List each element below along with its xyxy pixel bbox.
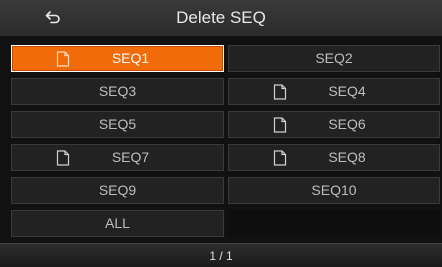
empty-slot [228,210,440,237]
seq-item-label: SEQ2 [315,50,353,66]
seq-item-label: SEQ5 [98,116,137,132]
seq-item-label: ALL [105,215,130,231]
seq-item-label: SEQ9 [98,182,137,198]
seq-item-label: SEQ8 [328,149,366,165]
seq-grid: SEQ1 SEQ2 SEQ3 SEQ4 SEQ5 SEQ6 SEQ7 SEQ8 … [0,37,442,243]
footer-bar: 1 / 1 [0,243,442,267]
page-indicator: 1 / 1 [209,249,233,263]
seq-item-label: SEQ4 [328,83,366,99]
header-bar: Delete SEQ [0,0,442,37]
back-arrow-icon [45,11,60,24]
seq-item-5[interactable]: SEQ5 [11,111,224,138]
seq-item-4[interactable]: SEQ4 [228,78,440,105]
seq-item-7[interactable]: SEQ7 [11,144,224,171]
seq-item-label: SEQ3 [98,83,137,99]
seq-item-8[interactable]: SEQ8 [228,144,440,171]
seq-item-label: SEQ10 [311,182,357,198]
seq-item-9[interactable]: SEQ9 [11,177,224,204]
seq-item-1[interactable]: SEQ1 [11,45,224,72]
seq-item-3[interactable]: SEQ3 [11,78,224,105]
back-button[interactable] [36,5,70,31]
seq-item-2[interactable]: SEQ2 [228,45,440,72]
seq-item-all[interactable]: ALL [11,210,224,237]
delete-seq-screen: Delete SEQ SEQ1 SEQ2 SEQ3 SEQ4 SEQ5 SEQ6… [0,0,442,267]
seq-item-label: SEQ6 [328,116,366,132]
seq-item-10[interactable]: SEQ10 [228,177,440,204]
seq-item-6[interactable]: SEQ6 [228,111,440,138]
seq-item-label: SEQ7 [111,149,150,165]
seq-item-label: SEQ1 [111,50,150,66]
